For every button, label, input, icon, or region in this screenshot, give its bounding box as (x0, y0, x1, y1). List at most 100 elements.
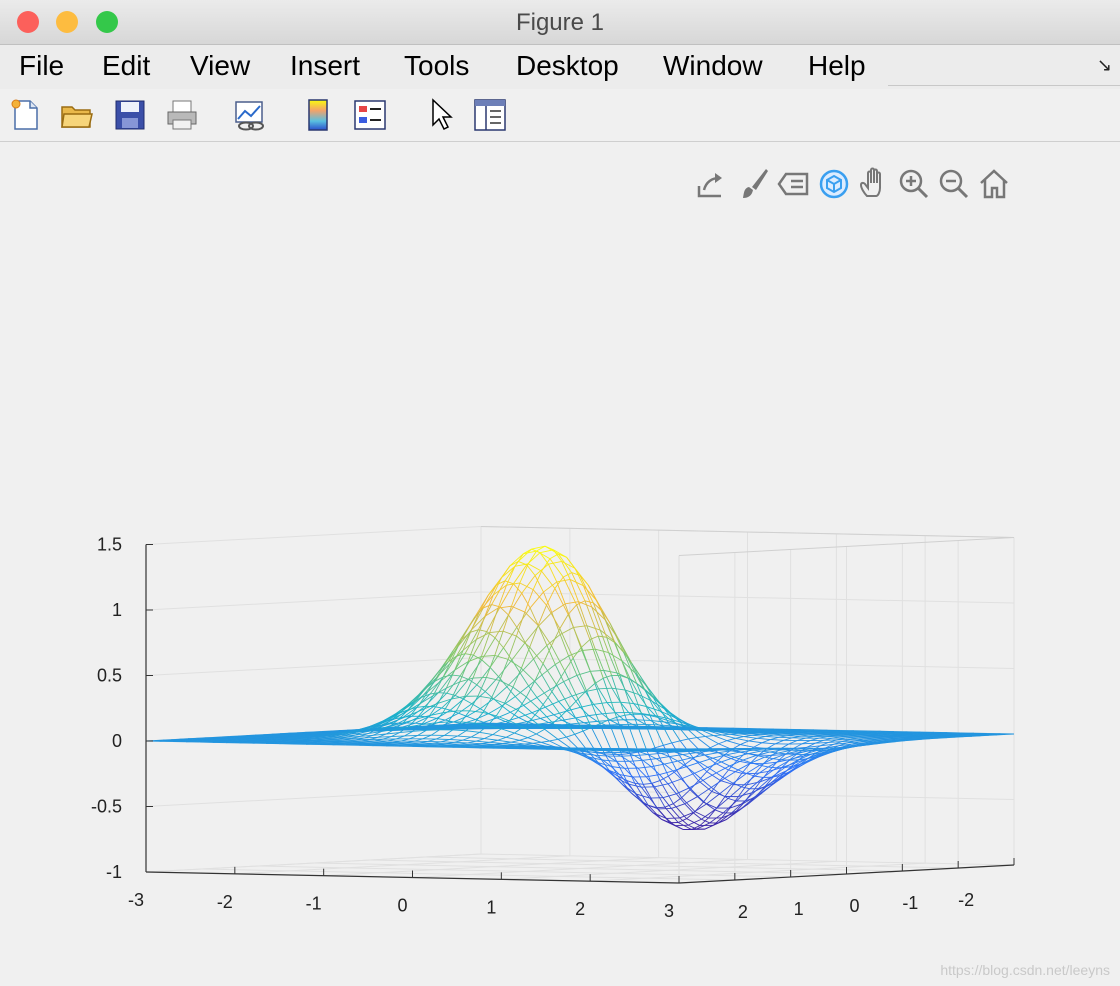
mesh-line (606, 637, 621, 676)
mesh-line (505, 732, 515, 738)
mesh-line (712, 754, 727, 759)
mesh-line (663, 742, 672, 746)
legend-icon[interactable] (352, 97, 388, 133)
mesh-line (753, 742, 763, 748)
mesh-line (775, 739, 784, 745)
mesh-line (466, 708, 481, 717)
mesh-line (536, 688, 551, 698)
mesh-line (484, 738, 498, 741)
edit-plot-icon[interactable] (422, 97, 458, 133)
menu-insert[interactable]: Insert (290, 50, 360, 82)
mesh-line (462, 736, 472, 741)
mesh-line (452, 729, 467, 732)
mesh-line (471, 691, 486, 705)
mesh-line (734, 756, 744, 761)
mesh-line (430, 729, 440, 736)
mesh-line (726, 740, 741, 745)
mesh-line (580, 706, 590, 716)
mesh-line (534, 663, 544, 682)
mesh-line (710, 743, 719, 749)
mesh-line (492, 734, 507, 738)
mesh-line (540, 718, 549, 724)
colorbar-icon[interactable] (300, 97, 336, 133)
mesh-line (689, 779, 704, 789)
menu-desktop[interactable]: Desktop (516, 50, 619, 82)
mesh-line (426, 729, 440, 731)
menu-window[interactable]: Window (663, 50, 763, 82)
mesh-line (526, 552, 541, 566)
mesh-line (489, 667, 499, 678)
mesh-line (519, 737, 528, 741)
mesh-line (444, 729, 454, 736)
print-icon[interactable] (164, 97, 200, 133)
save-icon[interactable] (112, 97, 148, 133)
figure-canvas[interactable]: 1.5 1 0.5 0 -0.5 -1 -3 -2 -1 0 1 2 3 2 1 0 -1 -2 https://… (0, 142, 1120, 986)
mesh-line (756, 737, 771, 740)
mesh-line (570, 722, 584, 725)
mesh-line (773, 734, 788, 737)
grid-line (145, 656, 1015, 676)
z-tick-label: 0.5 (97, 666, 122, 686)
mesh-line (497, 739, 512, 743)
menu-bar: File Edit View Insert Tools Desktop Wind… (0, 45, 1120, 87)
mesh-line (702, 780, 712, 788)
menu-view[interactable]: View (190, 50, 250, 82)
x-tick-label: 1 (486, 897, 496, 917)
mesh-line (739, 749, 753, 753)
mesh-line (494, 744, 508, 746)
surface-plot[interactable]: 1.5 1 0.5 0 -0.5 -1 -3 -2 -1 0 1 2 3 2 1 0 -1 -2 (0, 142, 1120, 986)
mesh-line (664, 806, 679, 823)
mesh-line (492, 728, 502, 735)
z-tick-label: 1 (112, 600, 122, 620)
mesh-line (514, 732, 528, 739)
mesh-line (595, 648, 609, 654)
menu-help[interactable]: Help (808, 50, 866, 82)
mesh-line (761, 742, 776, 745)
y-tick-label: 2 (738, 902, 748, 922)
mesh-line (511, 741, 525, 745)
mesh-line (604, 753, 614, 755)
mesh-line (534, 575, 544, 593)
mesh-line (506, 736, 520, 741)
mesh-line (551, 628, 561, 646)
mesh-line (489, 630, 504, 633)
mesh-line (583, 720, 598, 724)
mesh-line (481, 659, 491, 668)
mesh-line (549, 738, 559, 742)
x-tick-label: -3 (128, 890, 144, 910)
mesh-line (466, 730, 480, 733)
mesh-line (735, 737, 749, 742)
link-plot-icon[interactable] (232, 97, 268, 133)
grid-line (369, 543, 903, 872)
mesh-line (554, 588, 569, 615)
new-figure-icon[interactable] (8, 97, 44, 133)
y-tick-label: 0 (849, 896, 859, 916)
mesh-line (626, 751, 640, 753)
mesh-line (556, 670, 566, 685)
menu-edit[interactable]: Edit (102, 50, 150, 82)
mesh-line (536, 697, 546, 708)
mesh-line (588, 715, 598, 722)
mesh-line (634, 754, 648, 757)
mesh-line (521, 667, 536, 682)
mesh-line (453, 715, 468, 723)
mesh-line (768, 733, 783, 735)
dock-arrow-icon[interactable]: ↘ (1097, 55, 1112, 76)
mesh-line (726, 737, 736, 742)
mesh-line (694, 811, 709, 819)
mesh-line (527, 737, 542, 743)
mesh-line (735, 736, 744, 739)
open-file-icon[interactable] (59, 97, 95, 133)
mesh-line (534, 563, 549, 576)
mesh-line (664, 760, 678, 765)
y-tick-label: 1 (794, 899, 804, 919)
property-inspector-icon[interactable] (472, 97, 508, 133)
menu-tools[interactable]: Tools (404, 50, 469, 82)
mesh-line (770, 739, 784, 741)
mesh-line (701, 818, 711, 824)
menu-divider (888, 85, 1120, 86)
mesh-line (677, 757, 692, 762)
menu-file[interactable]: File (19, 50, 64, 82)
mesh-line (428, 716, 437, 719)
mesh-line (463, 684, 478, 700)
